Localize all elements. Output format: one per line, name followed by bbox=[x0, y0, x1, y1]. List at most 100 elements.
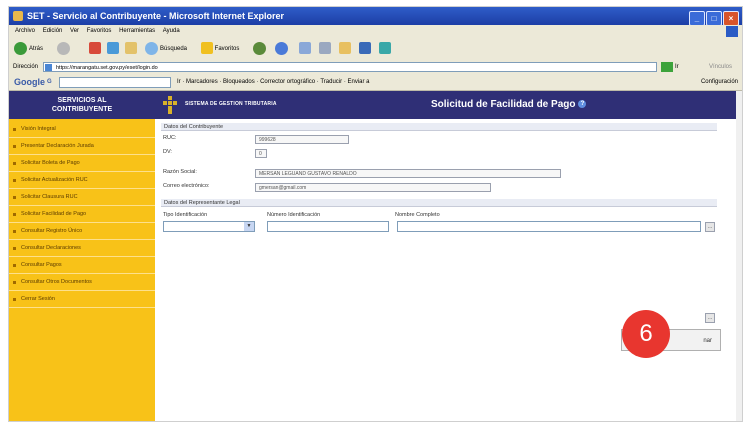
menu-herramientas[interactable]: Herramientas bbox=[119, 28, 155, 34]
menu-ver[interactable]: Ver bbox=[70, 28, 79, 34]
research-button[interactable] bbox=[359, 42, 371, 56]
section-representante: Datos del Representante Legal bbox=[161, 199, 717, 207]
google-bookmarks[interactable]: Marcadores bbox=[186, 79, 218, 85]
stop-icon bbox=[89, 42, 101, 55]
dv-field[interactable]: 0 bbox=[255, 149, 267, 158]
correo-field[interactable]: gmersan@gmail.com bbox=[255, 183, 491, 192]
toolbar: Atrás Búsqueda Favoritos bbox=[9, 38, 742, 61]
forward-button[interactable] bbox=[57, 42, 72, 56]
favorites-button[interactable]: Favoritos bbox=[201, 42, 239, 56]
numero-identificacion-input[interactable] bbox=[267, 221, 389, 232]
razon-social-field[interactable]: MERSAN LEGUAND GUSTAVO RENALDO bbox=[255, 169, 561, 178]
sidebar-item-otros-documentos[interactable]: Consultar Otros Documentos bbox=[9, 274, 155, 291]
set-logo-icon bbox=[161, 96, 179, 114]
home-button[interactable] bbox=[125, 42, 137, 56]
history-button[interactable] bbox=[275, 42, 290, 56]
menu-edicion[interactable]: Edición bbox=[43, 28, 63, 34]
refresh-icon bbox=[107, 42, 119, 55]
google-config[interactable]: Configuración bbox=[701, 74, 738, 90]
help-icon[interactable]: ? bbox=[578, 100, 587, 109]
menu-archivo[interactable]: Archivo bbox=[15, 28, 35, 34]
address-label: Dirección bbox=[13, 64, 39, 70]
nombre-completo-input[interactable] bbox=[397, 221, 701, 232]
media-button[interactable] bbox=[253, 42, 268, 56]
search-button[interactable]: Búsqueda bbox=[145, 42, 187, 56]
google-logo: Google bbox=[14, 77, 45, 87]
home-icon bbox=[125, 42, 137, 55]
nombre-completo-label: Nombre Completo bbox=[395, 212, 440, 218]
title-bar: SET - Servicio al Contribuyente - Micros… bbox=[9, 7, 742, 26]
print-button[interactable] bbox=[319, 42, 331, 56]
numero-identificacion-label: Número Identificación bbox=[267, 212, 321, 218]
star-icon bbox=[201, 42, 213, 55]
search-icon bbox=[145, 42, 158, 55]
go-button[interactable] bbox=[661, 62, 673, 72]
sidebar-item-clausura-ruc[interactable]: Solicitar Clausura RUC bbox=[9, 189, 155, 206]
back-button[interactable]: Atrás bbox=[14, 42, 43, 56]
folder-icon bbox=[339, 42, 351, 55]
razon-social-label: Razón Social: bbox=[163, 169, 197, 175]
folder-button[interactable] bbox=[339, 42, 351, 56]
brand-line1: SERVICIOS AL bbox=[57, 97, 107, 104]
mail-button[interactable] bbox=[299, 42, 311, 56]
messenger-icon bbox=[379, 42, 391, 55]
sidebar-item-presentar-declaracion[interactable]: Presentar Declaración Jurada bbox=[9, 138, 155, 155]
search-person-button[interactable]: … bbox=[705, 222, 715, 232]
address-input[interactable]: https://marangatu.set.gov.py/eset/login.… bbox=[43, 62, 657, 72]
messenger-button[interactable] bbox=[379, 42, 391, 56]
google-spellcheck[interactable]: Corrector ortográfico bbox=[260, 79, 315, 85]
sidebar: Visión Integral Presentar Declaración Ju… bbox=[9, 119, 155, 421]
sidebar-item-boleta-pago[interactable]: Solicitar Boleta de Pago bbox=[9, 155, 155, 172]
google-go[interactable]: Ir bbox=[177, 79, 181, 85]
page-icon bbox=[45, 64, 52, 71]
menu-bar: Archivo Edición Ver Favoritos Herramient… bbox=[9, 25, 742, 38]
minimize-button[interactable]: _ bbox=[689, 11, 705, 26]
google-toolbar: Google G Ir · Marcadores · Bloqueados · … bbox=[9, 74, 742, 91]
mail-icon bbox=[299, 42, 311, 55]
system-name: SISTEMA DE GESTION TRIBUTARIA bbox=[185, 101, 277, 107]
close-button[interactable]: × bbox=[723, 11, 739, 26]
vertical-scrollbar[interactable] bbox=[736, 91, 742, 421]
google-send[interactable]: Enviar a bbox=[348, 79, 370, 85]
browser-window: SET - Servicio al Contribuyente - Micros… bbox=[8, 6, 743, 422]
ruc-label: RUC: bbox=[163, 135, 177, 141]
brand: SERVICIOS AL CONTRIBUYENTE bbox=[9, 91, 155, 119]
ruc-field[interactable]: 999628 bbox=[255, 135, 349, 144]
app-header: SERVICIOS AL CONTRIBUYENTE SISTEMA DE GE… bbox=[9, 91, 742, 119]
sidebar-item-pagos[interactable]: Consultar Pagos bbox=[9, 257, 155, 274]
ie-icon bbox=[13, 11, 23, 21]
sidebar-item-actualizacion-ruc[interactable]: Solicitar Actualización RUC bbox=[9, 172, 155, 189]
tipo-identificacion-label: Tipo Identificación bbox=[163, 212, 208, 218]
google-search-input[interactable] bbox=[59, 77, 171, 88]
add-button[interactable]: … bbox=[705, 313, 715, 323]
menu-favoritos[interactable]: Favoritos bbox=[87, 28, 112, 34]
step-number-badge: 6 bbox=[622, 310, 670, 358]
forward-arrow-icon bbox=[57, 42, 70, 55]
links-label[interactable]: Vínculos bbox=[709, 60, 732, 74]
menu-ayuda[interactable]: Ayuda bbox=[163, 28, 180, 34]
tipo-identificacion-select[interactable]: ▼ bbox=[163, 221, 255, 232]
history-icon bbox=[275, 42, 288, 55]
correo-label: Correo electrónico: bbox=[163, 183, 210, 189]
chevron-down-icon: ▼ bbox=[244, 222, 254, 231]
sidebar-item-declaraciones[interactable]: Consultar Declaraciones bbox=[9, 240, 155, 257]
maximize-button[interactable]: □ bbox=[706, 11, 722, 26]
media-icon bbox=[253, 42, 266, 55]
page-title: Solicitud de Facilidad de Pago? bbox=[431, 99, 587, 110]
sidebar-item-vision-integral[interactable]: Visión Integral bbox=[9, 121, 155, 138]
main-content: Datos del Contribuyente RUC: 999628 DV: … bbox=[155, 119, 742, 421]
windows-logo-icon bbox=[726, 26, 738, 37]
sidebar-item-facilidad-pago[interactable]: Solicitar Facilidad de Pago bbox=[9, 206, 155, 223]
dv-label: DV: bbox=[163, 149, 172, 155]
sidebar-item-cerrar-sesion[interactable]: Cerrar Sesión bbox=[9, 291, 155, 308]
back-arrow-icon bbox=[14, 42, 27, 55]
stop-button[interactable] bbox=[89, 42, 101, 56]
google-translate[interactable]: Traducir bbox=[320, 79, 342, 85]
google-tools: Ir · Marcadores · Bloqueados · Corrector… bbox=[177, 79, 370, 85]
refresh-button[interactable] bbox=[107, 42, 119, 56]
address-bar: Dirección https://marangatu.set.gov.py/e… bbox=[9, 60, 742, 74]
google-blocked[interactable]: Bloqueados bbox=[223, 79, 255, 85]
sidebar-item-registro-unico[interactable]: Consultar Registro Único bbox=[9, 223, 155, 240]
go-label: Ir bbox=[675, 64, 679, 70]
google-g-icon[interactable]: G bbox=[47, 74, 52, 90]
